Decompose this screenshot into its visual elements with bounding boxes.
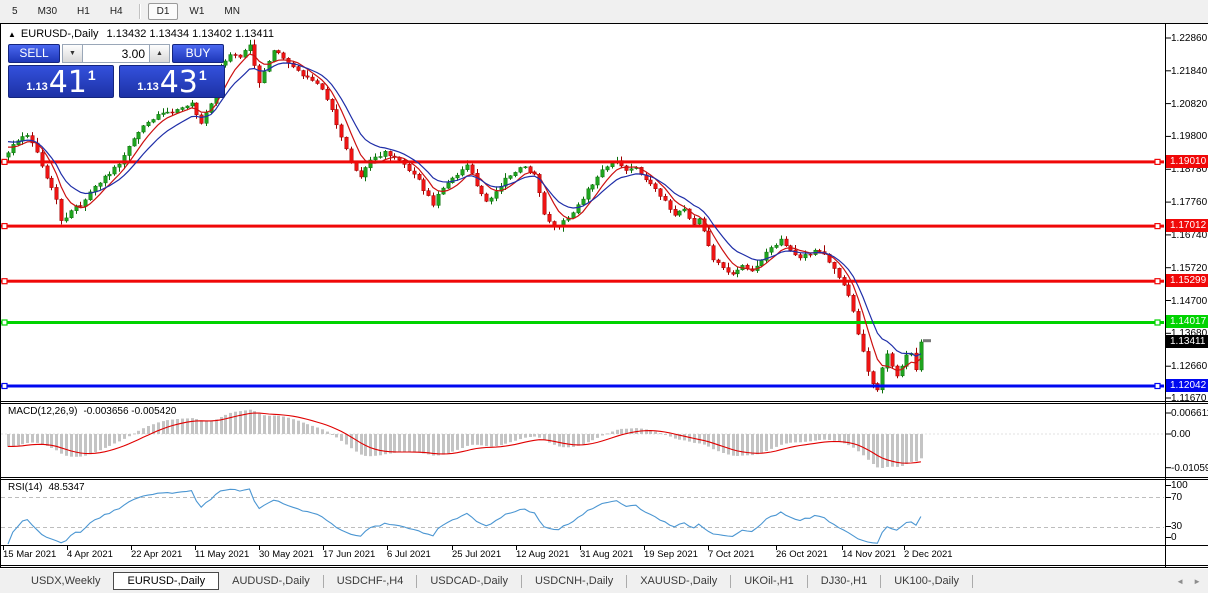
macd-title: MACD(12,26,9) — [8, 406, 78, 417]
tf-button-mn[interactable]: MN — [215, 3, 249, 20]
toolbar-separator — [138, 4, 141, 19]
tab-ukoil-h1[interactable]: UKOil-,H1 — [731, 573, 807, 589]
tab-separator — [972, 574, 974, 588]
macd-indicator-label: MACD(12,26,9) -0.003656 -0.005420 — [8, 406, 176, 417]
buy-button[interactable]: BUY — [172, 44, 224, 63]
tf-button-m30[interactable]: M30 — [29, 3, 66, 20]
volume-down-button[interactable]: ▼ — [62, 44, 83, 63]
chart-symbol-title: EURUSD-,Daily — [20, 28, 99, 40]
timeframe-toolbar: 5 M30 H1 H4 D1 W1 MN — [0, 0, 1208, 23]
buy-price-sup: 1 — [198, 67, 207, 83]
collapse-panel-icon[interactable]: ▲ — [8, 30, 16, 39]
tab-scroll-left-icon[interactable]: ◄ — [1176, 577, 1184, 586]
tab-xauusd-daily[interactable]: XAUUSD-,Daily — [627, 573, 730, 589]
rsi-title: RSI(14) — [8, 482, 43, 493]
buy-price-display[interactable]: 1.13 43 1 — [119, 65, 225, 98]
trade-panel-row2: 1.13 41 1 1.13 43 1 — [8, 65, 225, 98]
chart-ohlc-values: 1.13432 1.13434 1.13402 1.13411 — [106, 28, 274, 40]
tab-usdcnh-daily[interactable]: USDCNH-,Daily — [522, 573, 626, 589]
volume-input[interactable] — [83, 44, 149, 63]
sell-button[interactable]: SELL — [8, 44, 60, 63]
price-axis[interactable] — [1166, 24, 1208, 545]
tab-uk100-daily[interactable]: UK100-,Daily — [881, 573, 972, 589]
tab-usdcad-daily[interactable]: USDCAD-,Daily — [417, 573, 521, 589]
tab-usdchf-h4[interactable]: USDCHF-,H4 — [324, 573, 417, 589]
one-click-trading-panel: SELL ▼ ▲ BUY 1.13 41 1 1.13 43 1 — [8, 44, 225, 98]
rsi-value: 48.5347 — [48, 482, 85, 493]
trade-panel-row1: SELL ▼ ▲ BUY — [8, 44, 225, 63]
sell-price-small: 1.13 — [26, 81, 48, 93]
buy-price-big: 43 — [159, 65, 198, 100]
tab-audusd-daily[interactable]: AUDUSD-,Daily — [219, 573, 323, 589]
tf-button-h4[interactable]: H4 — [101, 3, 132, 20]
macd-values: -0.003656 -0.005420 — [83, 406, 177, 417]
tab-scroll-right-icon[interactable]: ► — [1193, 577, 1201, 586]
buy-price-small: 1.13 — [137, 81, 159, 93]
tf-button-h1[interactable]: H1 — [68, 3, 99, 20]
chart-tab-bar: USDX,Weekly EURUSD-,Daily AUDUSD-,Daily USD… — [0, 569, 1208, 593]
rsi-indicator-label: RSI(14) 48.5347 — [8, 482, 85, 493]
tf-button-w1[interactable]: W1 — [180, 3, 213, 20]
chart-header: ▲ EURUSD-,Daily 1.13432 1.13434 1.13402 1.… — [8, 28, 274, 40]
tab-usdx-weekly[interactable]: USDX,Weekly — [18, 573, 113, 589]
tab-dj30-h1[interactable]: DJ30-,H1 — [808, 573, 880, 589]
date-axis[interactable] — [0, 546, 1165, 566]
sell-price-sup: 1 — [87, 67, 96, 83]
sell-price-big: 41 — [48, 65, 87, 100]
sell-price-display[interactable]: 1.13 41 1 — [8, 65, 114, 98]
tf-button-5[interactable]: 5 — [3, 3, 27, 20]
tab-eurusd-daily[interactable]: EURUSD-,Daily — [113, 572, 220, 590]
volume-up-button[interactable]: ▲ — [149, 44, 170, 63]
trading-terminal: 5 M30 H1 H4 D1 W1 MN ▲ EURUSD-,Daily 1.13432 1.1… — [0, 0, 1208, 593]
tf-button-d1[interactable]: D1 — [147, 3, 179, 20]
